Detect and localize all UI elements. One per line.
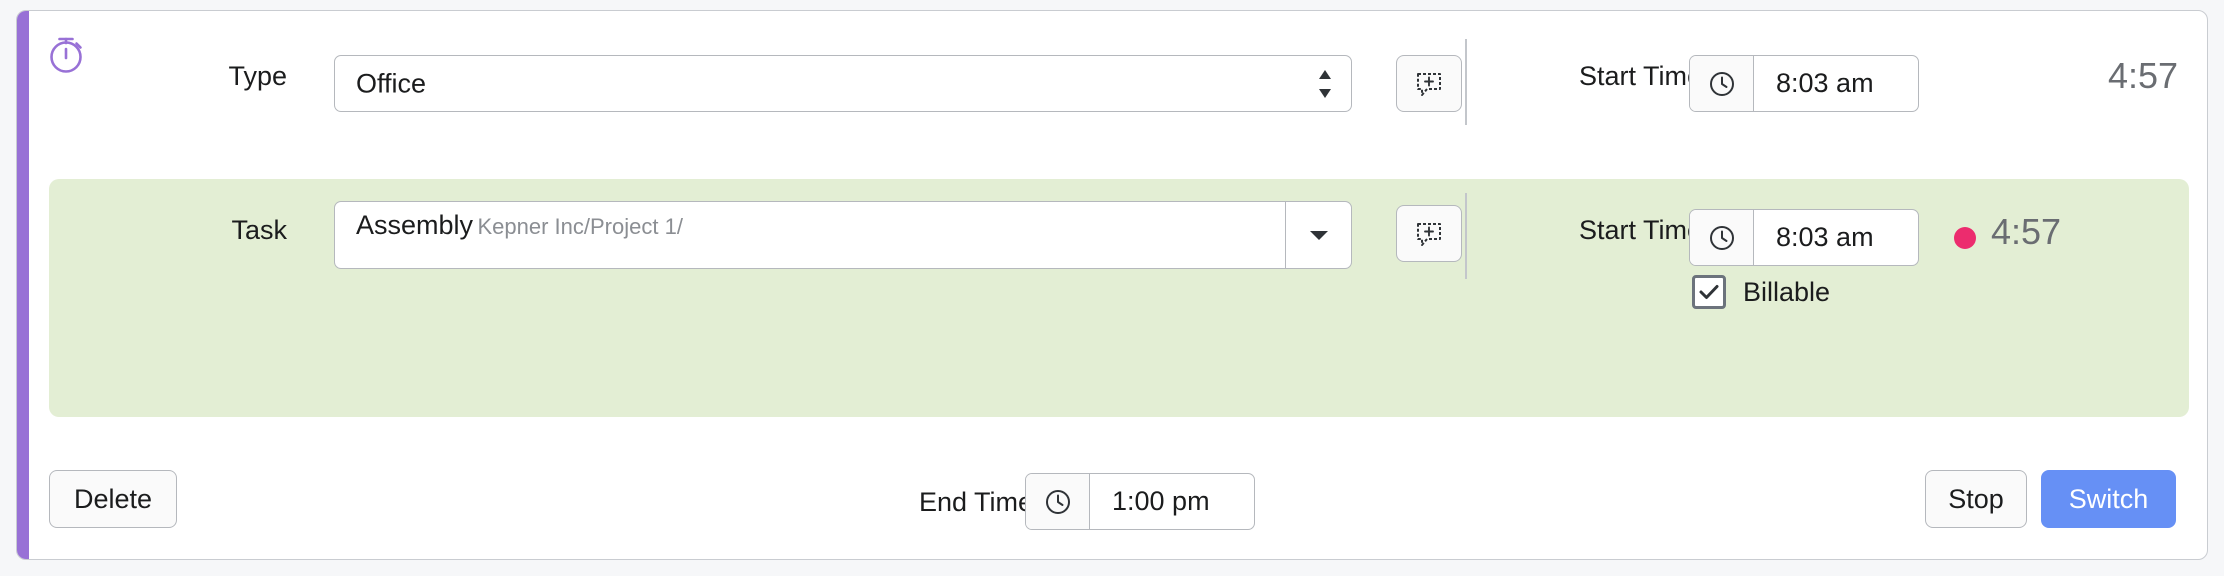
task-title: Assembly — [356, 210, 474, 240]
recording-dot-icon — [1954, 227, 1976, 249]
end-time-label: End Time — [918, 487, 1033, 517]
stepper-arrows-icon — [1317, 67, 1333, 101]
type-select[interactable]: Office — [334, 55, 1352, 112]
switch-button[interactable]: Switch — [2041, 470, 2176, 528]
stopwatch-icon — [43, 31, 89, 77]
clock-icon — [1026, 474, 1090, 529]
type-start-time-value: 8:03 am — [1776, 68, 1874, 98]
task-path: Kepner Inc/Project 1/ — [477, 214, 683, 239]
task-start-time-picker[interactable]: 8:03 am — [1689, 209, 1919, 266]
type-start-time-picker[interactable]: 8:03 am — [1689, 55, 1919, 112]
task-elapsed-total: 4:57 — [1991, 211, 2062, 252]
active-task-panel: Task Assembly Kepner Inc/Project 1/ Star… — [49, 179, 2189, 417]
clock-icon — [1690, 210, 1754, 265]
task-dropdown-button[interactable] — [1285, 202, 1351, 268]
billable-checkbox-row[interactable]: Billable — [1692, 275, 1830, 309]
task-note-button[interactable] — [1396, 205, 1462, 262]
task-label: Task — [231, 215, 287, 245]
billable-checkbox[interactable] — [1692, 275, 1726, 309]
card-accent-bar — [17, 11, 29, 559]
delete-button[interactable]: Delete — [49, 470, 177, 528]
type-select-value: Office — [356, 68, 427, 98]
task-row-divider — [1465, 193, 1467, 279]
task-start-time-label: Start Time — [1578, 215, 1702, 245]
type-row-divider — [1465, 39, 1467, 125]
timer-entry-card: Type Office Start Time 8:03 am 4:57 Task… — [16, 10, 2208, 560]
task-start-time-value: 8:03 am — [1776, 222, 1874, 252]
stop-button[interactable]: Stop — [1925, 470, 2027, 528]
end-time-value: 1:00 pm — [1112, 486, 1210, 516]
checkmark-icon — [1699, 285, 1719, 299]
task-combobox-text: Assembly Kepner Inc/Project 1/ — [335, 202, 1285, 268]
task-combobox[interactable]: Assembly Kepner Inc/Project 1/ — [334, 201, 1352, 269]
chevron-down-icon — [1309, 231, 1328, 240]
comment-add-icon — [1417, 72, 1441, 96]
type-label: Type — [228, 61, 287, 91]
billable-label: Billable — [1743, 276, 1831, 307]
type-start-time-label: Start Time — [1578, 61, 1702, 91]
clock-icon — [1690, 56, 1754, 111]
type-note-button[interactable] — [1396, 55, 1462, 112]
end-time-picker[interactable]: 1:00 pm — [1025, 473, 1255, 530]
comment-add-icon — [1417, 222, 1441, 246]
type-elapsed-total: 4:57 — [2108, 55, 2179, 96]
